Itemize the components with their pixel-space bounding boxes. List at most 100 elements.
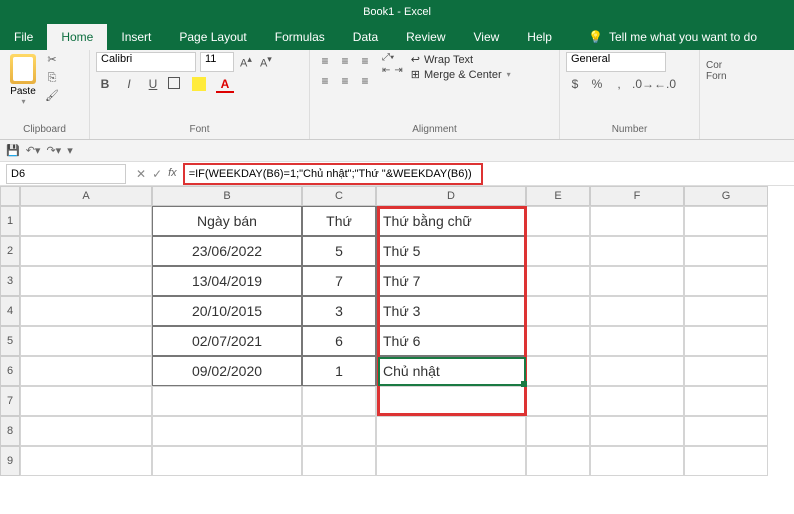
cell-f2[interactable] bbox=[590, 236, 684, 266]
row-header-9[interactable]: 9 bbox=[0, 446, 20, 476]
paste-button[interactable]: Paste ▾ bbox=[6, 52, 40, 106]
col-header-g[interactable]: G bbox=[684, 186, 768, 206]
cell-f4[interactable] bbox=[590, 296, 684, 326]
cell-d3[interactable]: Thứ 7 bbox=[376, 266, 526, 296]
cell-d5[interactable]: Thứ 6 bbox=[376, 326, 526, 356]
tell-me[interactable]: 💡 Tell me what you want to do bbox=[574, 24, 771, 50]
underline-button[interactable]: U bbox=[144, 75, 162, 93]
select-all-corner[interactable] bbox=[0, 186, 20, 206]
tab-home[interactable]: Home bbox=[47, 24, 107, 50]
cell-e7[interactable] bbox=[526, 386, 590, 416]
cell-d8[interactable] bbox=[376, 416, 526, 446]
format-painter-button[interactable]: 🖌 bbox=[44, 88, 60, 104]
col-header-b[interactable]: B bbox=[152, 186, 302, 206]
cell-a4[interactable] bbox=[20, 296, 152, 326]
cell-f9[interactable] bbox=[590, 446, 684, 476]
tab-insert[interactable]: Insert bbox=[107, 24, 165, 50]
cell-e1[interactable] bbox=[526, 206, 590, 236]
cell-b4[interactable]: 20/10/2015 bbox=[152, 296, 302, 326]
tab-view[interactable]: View bbox=[460, 24, 514, 50]
col-header-e[interactable]: E bbox=[526, 186, 590, 206]
cell-c5[interactable]: 6 bbox=[302, 326, 376, 356]
font-name-select[interactable]: Calibri bbox=[96, 52, 196, 72]
cell-a6[interactable] bbox=[20, 356, 152, 386]
font-color-button[interactable]: A bbox=[216, 75, 234, 93]
cell-g7[interactable] bbox=[684, 386, 768, 416]
percent-format-button[interactable]: % bbox=[588, 75, 606, 93]
cell-c9[interactable] bbox=[302, 446, 376, 476]
cell-c3[interactable]: 7 bbox=[302, 266, 376, 296]
tab-file[interactable]: File bbox=[0, 24, 47, 50]
row-header-2[interactable]: 2 bbox=[0, 236, 20, 266]
row-header-7[interactable]: 7 bbox=[0, 386, 20, 416]
cell-e5[interactable] bbox=[526, 326, 590, 356]
cell-c1[interactable]: Thứ bbox=[302, 206, 376, 236]
cell-e2[interactable] bbox=[526, 236, 590, 266]
cell-c6[interactable]: 1 bbox=[302, 356, 376, 386]
comma-format-button[interactable]: , bbox=[610, 75, 628, 93]
decrease-decimal-button[interactable]: ←.0 bbox=[654, 75, 672, 93]
cell-g4[interactable] bbox=[684, 296, 768, 326]
decrease-indent-button[interactable]: ⇤ bbox=[382, 65, 390, 76]
align-top-button[interactable]: ≡ bbox=[316, 52, 334, 70]
cell-f8[interactable] bbox=[590, 416, 684, 446]
name-box[interactable]: D6 bbox=[6, 164, 126, 184]
cell-b6[interactable]: 09/02/2020 bbox=[152, 356, 302, 386]
cell-g2[interactable] bbox=[684, 236, 768, 266]
row-header-5[interactable]: 5 bbox=[0, 326, 20, 356]
tab-page-layout[interactable]: Page Layout bbox=[165, 24, 260, 50]
align-middle-button[interactable]: ≡ bbox=[336, 52, 354, 70]
fill-color-button[interactable] bbox=[192, 75, 210, 93]
increase-font-button[interactable]: A▴ bbox=[238, 54, 254, 70]
cell-a8[interactable] bbox=[20, 416, 152, 446]
undo-button[interactable]: ↶▾ bbox=[26, 144, 41, 157]
cell-e9[interactable] bbox=[526, 446, 590, 476]
formula-bar[interactable]: =IF(WEEKDAY(B6)=1;"Chủ nhật";"Thứ "&WEEK… bbox=[183, 163, 483, 185]
fx-icon[interactable]: fx bbox=[168, 167, 179, 181]
merge-center-button[interactable]: ⊞ Merge & Center ▾ bbox=[411, 67, 511, 82]
font-size-select[interactable]: 11 bbox=[200, 52, 234, 72]
accounting-format-button[interactable]: $ bbox=[566, 75, 584, 93]
tab-data[interactable]: Data bbox=[339, 24, 392, 50]
cell-a7[interactable] bbox=[20, 386, 152, 416]
cell-g8[interactable] bbox=[684, 416, 768, 446]
cell-b1[interactable]: Ngày bán bbox=[152, 206, 302, 236]
cell-f7[interactable] bbox=[590, 386, 684, 416]
cell-e6[interactable] bbox=[526, 356, 590, 386]
tab-review[interactable]: Review bbox=[392, 24, 459, 50]
cell-a9[interactable] bbox=[20, 446, 152, 476]
orientation-button[interactable]: ⤢▾ bbox=[382, 52, 403, 63]
cell-a1[interactable] bbox=[20, 206, 152, 236]
tab-formulas[interactable]: Formulas bbox=[261, 24, 339, 50]
align-bottom-button[interactable]: ≡ bbox=[356, 52, 374, 70]
bold-button[interactable]: B bbox=[96, 75, 114, 93]
cell-c2[interactable]: 5 bbox=[302, 236, 376, 266]
save-button[interactable]: 💾 bbox=[6, 144, 20, 157]
cell-b7[interactable] bbox=[152, 386, 302, 416]
cell-b8[interactable] bbox=[152, 416, 302, 446]
col-header-f[interactable]: F bbox=[590, 186, 684, 206]
col-header-a[interactable]: A bbox=[20, 186, 152, 206]
wrap-text-button[interactable]: ↩ Wrap Text bbox=[411, 52, 511, 67]
cell-e3[interactable] bbox=[526, 266, 590, 296]
cell-g3[interactable] bbox=[684, 266, 768, 296]
col-header-d[interactable]: D bbox=[376, 186, 526, 206]
cell-a3[interactable] bbox=[20, 266, 152, 296]
cell-a5[interactable] bbox=[20, 326, 152, 356]
cell-f6[interactable] bbox=[590, 356, 684, 386]
align-right-button[interactable]: ≡ bbox=[356, 72, 374, 90]
cell-b2[interactable]: 23/06/2022 bbox=[152, 236, 302, 266]
cell-d2[interactable]: Thứ 5 bbox=[376, 236, 526, 266]
copy-button[interactable]: ⎘ bbox=[44, 70, 60, 86]
italic-button[interactable]: I bbox=[120, 75, 138, 93]
enter-formula-button[interactable]: ✓ bbox=[152, 167, 162, 181]
cell-b5[interactable]: 02/07/2021 bbox=[152, 326, 302, 356]
redo-button[interactable]: ↷▾ bbox=[46, 144, 61, 157]
cancel-formula-button[interactable]: ✕ bbox=[136, 167, 146, 181]
align-left-button[interactable]: ≡ bbox=[316, 72, 334, 90]
row-header-1[interactable]: 1 bbox=[0, 206, 20, 236]
cell-b3[interactable]: 13/04/2019 bbox=[152, 266, 302, 296]
increase-indent-button[interactable]: ⇥ bbox=[394, 65, 402, 76]
cell-g6[interactable] bbox=[684, 356, 768, 386]
cell-e4[interactable] bbox=[526, 296, 590, 326]
